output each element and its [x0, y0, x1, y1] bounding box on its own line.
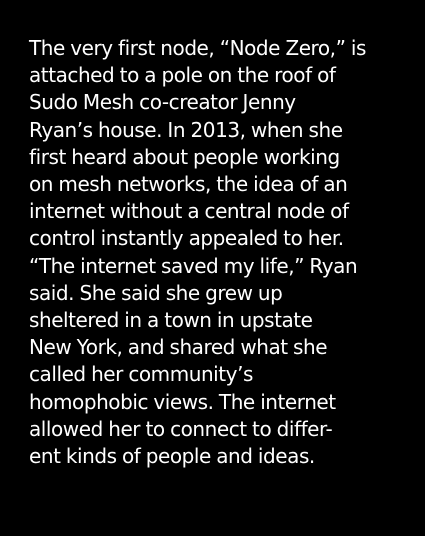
paragraph-line-3: Sudo Mesh co-creator Jenny: [29, 90, 296, 115]
article-paragraph: The very first node, “Node Zero,” is att…: [29, 35, 425, 470]
paragraph-line-1: The very first node, “Node Zero,” is: [29, 36, 366, 60]
paragraph-line-4: Ryan’s house. In 2013, when she: [29, 117, 343, 142]
paragraph-line-7: internet without a central node of: [29, 199, 349, 224]
paragraph-line-11: sheltered in a town in upstate: [29, 308, 313, 333]
paragraph-line-15: allowed her to connect to differ-: [29, 416, 333, 441]
paragraph-line-9: “The internet saved my life,” Ryan: [29, 253, 358, 278]
paragraph-line-13: called her community’s: [29, 362, 253, 387]
paragraph-line-8: control instantly appealed to her.: [29, 226, 344, 251]
paragraph-line-2: attached to a pole on the roof of: [29, 63, 336, 88]
paragraph-line-5: first heard about people working: [29, 144, 340, 169]
paragraph-line-14: homophobic views. The internet: [29, 389, 336, 414]
article-page: The very first node, “Node Zero,” is att…: [0, 0, 425, 536]
paragraph-line-16: ent kinds of people and ideas.: [29, 444, 315, 469]
paragraph-line-12: New York, and shared what she: [29, 335, 328, 360]
paragraph-line-6: on mesh networks, the idea of an: [29, 172, 348, 197]
paragraph-line-10: said. She said she grew up: [29, 280, 283, 305]
